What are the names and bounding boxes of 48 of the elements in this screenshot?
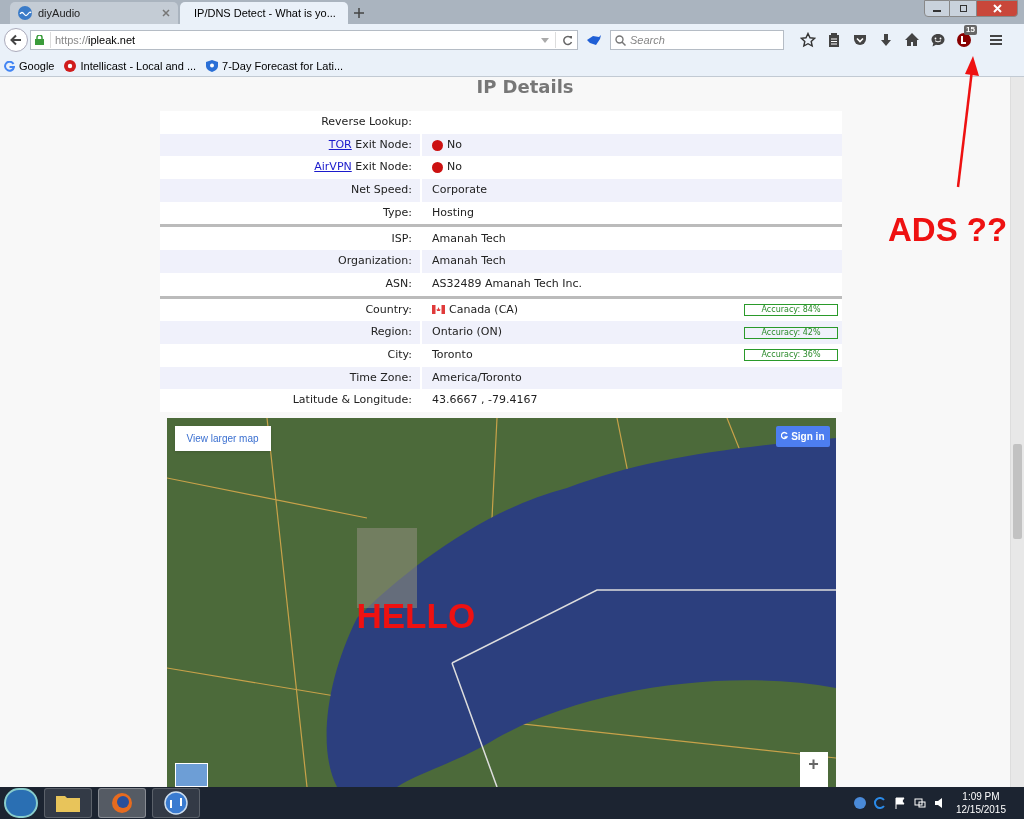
browser-tab[interactable]: diyAudio <box>10 2 178 24</box>
field-label: ISP: <box>391 230 412 247</box>
bookmark-link[interactable]: Google <box>4 57 55 75</box>
field-value: No <box>447 136 462 153</box>
field-label: AirVPN Exit Node: <box>314 159 412 176</box>
field-value: Amanah Tech <box>432 230 506 247</box>
field-value: Canada (CA) <box>449 301 519 318</box>
page-heading: IP Details <box>475 77 574 97</box>
field-value: Ontario (ON) <box>432 324 502 341</box>
field-value: Amanah Tech <box>432 253 506 270</box>
field-label: City: <box>387 346 412 363</box>
search-field[interactable]: Search <box>610 30 784 50</box>
field-label: Latitude & Longitude: <box>292 392 412 409</box>
field-value: Toronto <box>432 346 473 363</box>
accuracy-badge: Accuracy: 42% <box>744 326 838 339</box>
tab-title: IP/DNS Detect - What is yo... <box>194 5 336 21</box>
field-value: 43.6667 , -79.4167 <box>432 392 538 409</box>
field-label: Organization: <box>337 253 412 270</box>
bookmark-link[interactable]: Intellicast - Local and ... <box>64 57 197 75</box>
count-badge: 15 <box>964 25 977 35</box>
label-link[interactable]: AirVPN <box>314 160 352 174</box>
accuracy-badge: Accuracy: 84% <box>744 303 838 316</box>
field-label: Country: <box>365 301 412 318</box>
field-label: ASN: <box>385 275 412 292</box>
url-text: https://ipleak.net <box>50 31 535 49</box>
tab-title: diyAudio <box>38 5 82 21</box>
address-bar[interactable]: https://ipleak.net <box>30 30 578 50</box>
field-value: Hosting <box>432 204 475 221</box>
annotation-text: HELLO <box>356 597 476 633</box>
field-label: Time Zone: <box>349 369 412 386</box>
field-label: Reverse Lookup: <box>321 114 412 131</box>
field-label: Type: <box>383 204 412 221</box>
accuracy-badge: Accuracy: 36% <box>744 349 838 362</box>
view-larger-map-button[interactable]: View larger map <box>174 425 271 451</box>
field-label: Region: <box>370 324 412 341</box>
bookmark-link[interactable]: 7-Day Forecast for Lati... <box>206 57 344 75</box>
label-link[interactable]: TOR <box>328 137 352 151</box>
field-label: TOR Exit Node: <box>328 136 412 153</box>
clock[interactable]: 1:09 PM 12/15/2015 <box>955 790 1006 816</box>
sign-in-button[interactable]: Sign in <box>776 425 830 447</box>
annotation-text: ADS ?? <box>888 213 1008 246</box>
browser-tab[interactable]: IP/DNS Detect - What is yo... <box>180 2 348 24</box>
search-input[interactable]: Search <box>630 31 779 49</box>
field-label: Net Speed: <box>351 182 412 199</box>
field-value: America/Toronto <box>432 369 522 386</box>
field-value: No <box>447 159 462 176</box>
field-value: AS32489 Amanah Tech Inc. <box>432 275 583 292</box>
field-value: Corporate <box>432 182 487 199</box>
